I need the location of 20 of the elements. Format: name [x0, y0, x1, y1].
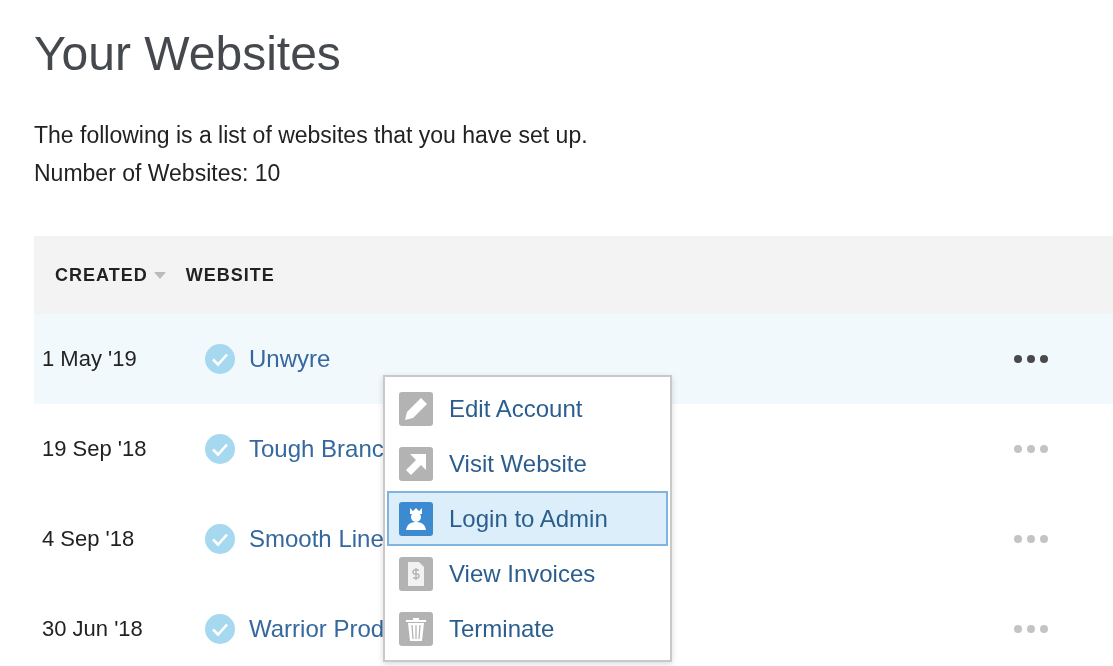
column-header[interactable]: WEBSITE — [185, 264, 275, 286]
page-title: Your Websites — [34, 28, 342, 80]
column-header[interactable]: CREATED — [55, 264, 166, 286]
invoice-icon — [399, 556, 433, 591]
website-link[interactable]: Unwyre — [249, 345, 331, 373]
sort-caret-icon — [153, 271, 166, 279]
website-link[interactable]: Tough Branc — [249, 435, 384, 463]
website-count: Number of Websites: 10 — [34, 159, 282, 188]
pencil-icon — [399, 391, 433, 426]
created-date: 1 May '19 — [41, 346, 138, 372]
created-date: 30 Jun '18 — [41, 616, 144, 642]
admin-icon — [399, 501, 433, 536]
menu-item[interactable]: Login to Admin — [387, 491, 668, 546]
created-date: 19 Sep '18 — [41, 436, 148, 462]
created-date: 4 Sep '18 — [41, 526, 136, 552]
website-link[interactable]: Warrior Prod — [249, 615, 385, 643]
intro-text: The following is a list of websites that you have set up. — [34, 121, 589, 150]
trash-icon — [399, 611, 433, 646]
website-link[interactable]: Smooth Line — [249, 525, 384, 553]
more-options-button[interactable] — [1013, 354, 1049, 364]
